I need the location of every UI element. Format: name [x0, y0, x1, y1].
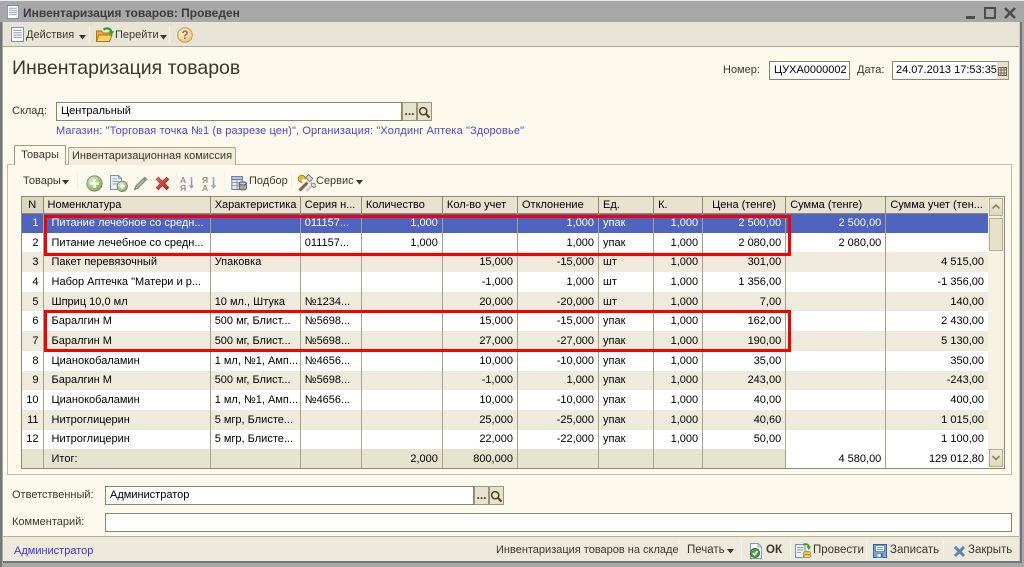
svg-text:А: А [202, 183, 208, 192]
svg-text:Я: Я [180, 183, 186, 192]
svg-text:?: ? [181, 30, 188, 42]
